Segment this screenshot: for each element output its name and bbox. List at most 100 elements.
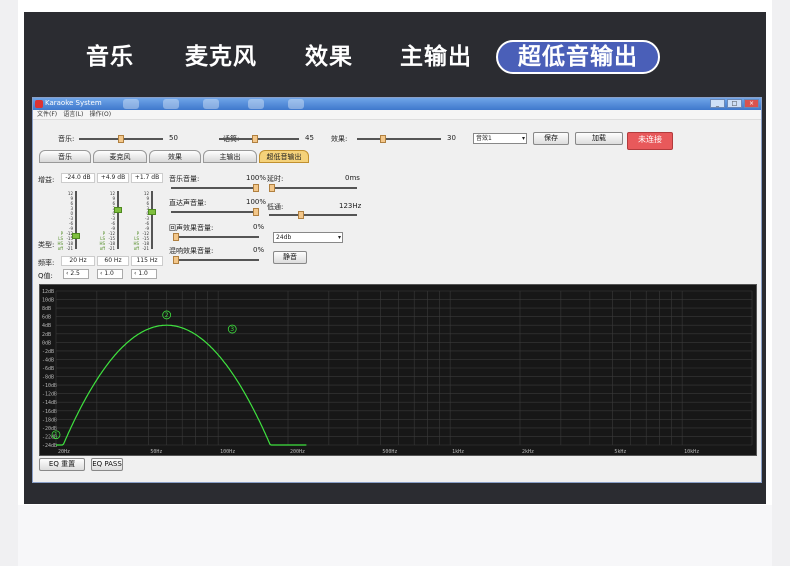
menu-file[interactable]: 文件(F) xyxy=(37,110,57,120)
y-tick-label: -2dB xyxy=(42,349,54,355)
band-fader-thumb[interactable] xyxy=(148,209,156,215)
y-tick-label: 2dB xyxy=(42,332,51,338)
right-margin xyxy=(772,0,790,566)
save-button[interactable]: 保存 xyxy=(533,132,569,145)
band-fader-track[interactable] xyxy=(75,191,77,249)
freq-label: 频率: xyxy=(38,259,55,267)
subtab-music[interactable]: 音乐 xyxy=(39,150,91,163)
band3-q[interactable]: ‹ 1.0 xyxy=(131,269,157,279)
tab-music[interactable]: 音乐 xyxy=(86,40,134,74)
band-type-marks[interactable]: P LS HS off xyxy=(97,231,105,251)
effect-slider[interactable] xyxy=(357,135,441,143)
tab-microphone[interactable]: 麦克风 xyxy=(185,40,257,74)
subtab-microphone[interactable]: 麦克风 xyxy=(93,150,147,163)
y-tick-label: -24dB xyxy=(42,443,57,449)
delay-thumb[interactable] xyxy=(269,184,275,192)
delay-slider[interactable] xyxy=(269,184,357,192)
subtab-main-output[interactable]: 主输出 xyxy=(203,150,257,163)
band-fader-track[interactable] xyxy=(117,191,119,249)
lowpass-label: 低通: xyxy=(267,203,284,211)
band1-q-value: 2.5 xyxy=(70,270,80,277)
band1-q[interactable]: ‹ 2.5 xyxy=(63,269,89,279)
menu-operation[interactable]: 操作(O) xyxy=(90,110,111,120)
x-tick-label: 20Hz xyxy=(58,449,70,455)
direct-level-label: 直达声音量: xyxy=(169,199,207,207)
eq-band-marker-label: 2 xyxy=(165,312,169,319)
preset-select[interactable]: 音效1 ▾ xyxy=(473,133,527,144)
y-tick-label: -14dB xyxy=(42,400,57,406)
lowpass-thumb[interactable] xyxy=(298,211,304,219)
slope-value: 24db xyxy=(276,234,292,241)
menu-language[interactable]: 语言(L) xyxy=(63,110,83,120)
reverb-level-value: 0% xyxy=(253,246,265,254)
mute-button[interactable]: 静音 xyxy=(273,251,307,264)
band-type-marks[interactable]: P LS HS off xyxy=(55,231,63,251)
slope-select[interactable]: 24db ▾ xyxy=(273,232,343,243)
minimize-button[interactable]: _ xyxy=(710,99,725,108)
effect-value: 30 xyxy=(447,134,456,142)
echo-level-value: 0% xyxy=(253,223,265,231)
music-label: 音乐: xyxy=(58,135,75,143)
y-tick-label: -8dB xyxy=(42,375,54,381)
desktop-icon xyxy=(123,99,139,109)
maximize-button[interactable]: □ xyxy=(727,99,742,108)
x-tick-label: 1kHz xyxy=(452,449,464,455)
music-slider-thumb[interactable] xyxy=(118,135,124,143)
music-level-thumb[interactable] xyxy=(253,184,259,192)
music-level-value: 100% xyxy=(246,174,267,182)
app-icon xyxy=(35,100,43,108)
band3-freq[interactable]: 115 Hz xyxy=(131,256,163,266)
lowpass-slider[interactable] xyxy=(269,211,357,219)
lowpass-value: 123Hz xyxy=(339,202,362,210)
y-tick-label: -16dB xyxy=(42,409,57,415)
tab-subwoofer-output[interactable]: 超低音输出 xyxy=(496,40,660,74)
bottom-area xyxy=(18,505,772,566)
subtab-effect[interactable]: 效果 xyxy=(149,150,201,163)
band1-freq[interactable]: 20 Hz xyxy=(61,256,95,266)
band-fader-track[interactable] xyxy=(151,191,153,249)
reverb-level-label: 混响效果音量: xyxy=(169,247,214,255)
desktop-icon xyxy=(163,99,179,109)
band2-freq[interactable]: 60 Hz xyxy=(97,256,129,266)
music-level-slider[interactable] xyxy=(171,184,259,192)
load-button[interactable]: 加载 xyxy=(575,132,623,145)
connection-status-button[interactable]: 未连接 xyxy=(627,132,673,150)
y-tick-label: 6dB xyxy=(42,315,51,321)
desktop-icon xyxy=(203,99,219,109)
effect-slider-thumb[interactable] xyxy=(380,135,386,143)
x-tick-label: 50Hz xyxy=(150,449,162,455)
talk-slider[interactable] xyxy=(219,135,299,143)
tab-effect[interactable]: 效果 xyxy=(305,40,353,74)
echo-level-label: 回声效果音量: xyxy=(169,224,214,232)
eq-band-marker-label: 1 xyxy=(54,432,58,439)
app-window: Karaoke System _ □ × 文件(F) 语言(L) 操作(O) 音… xyxy=(32,97,762,483)
direct-level-thumb[interactable] xyxy=(253,208,259,216)
band2-gain: +4.9 dB xyxy=(97,173,129,183)
band-fader-thumb[interactable] xyxy=(72,233,80,239)
eq-reset-button[interactable]: EQ 重置 xyxy=(39,458,85,471)
band3-gain: +1.7 dB xyxy=(131,173,163,183)
y-tick-label: 0dB xyxy=(42,340,51,346)
x-tick-label: 500Hz xyxy=(382,449,397,455)
band-type-marks[interactable]: P LS HS off xyxy=(131,231,139,251)
echo-level-slider[interactable] xyxy=(173,233,259,241)
band3-q-value: 1.0 xyxy=(138,270,148,277)
close-button[interactable]: × xyxy=(744,99,759,108)
eq-response-graph[interactable]: 12dB 10dB 8dB 6dB 4dB 2dB 0dB -2dB -4dB -6dB -8dB -… xyxy=(39,284,757,456)
talk-slider-thumb[interactable] xyxy=(252,135,258,143)
music-value: 50 xyxy=(169,134,178,142)
reverb-level-slider[interactable] xyxy=(173,256,259,264)
eq-pass-button[interactable]: EQ PASS xyxy=(91,458,123,471)
y-tick-label: -6dB xyxy=(42,366,54,372)
direct-level-slider[interactable] xyxy=(171,208,259,216)
reverb-level-thumb[interactable] xyxy=(173,256,179,264)
tab-main-output[interactable]: 主输出 xyxy=(400,40,472,74)
subtab-subwoofer-output[interactable]: 超低音输出 xyxy=(259,150,309,163)
echo-level-thumb[interactable] xyxy=(173,233,179,241)
x-tick-label: 2kHz xyxy=(522,449,534,455)
chevron-down-icon: ▾ xyxy=(337,234,341,241)
band2-q[interactable]: ‹ 1.0 xyxy=(97,269,123,279)
y-tick-label: 8dB xyxy=(42,306,51,312)
music-slider[interactable] xyxy=(79,135,163,143)
band-fader-thumb[interactable] xyxy=(114,207,122,213)
